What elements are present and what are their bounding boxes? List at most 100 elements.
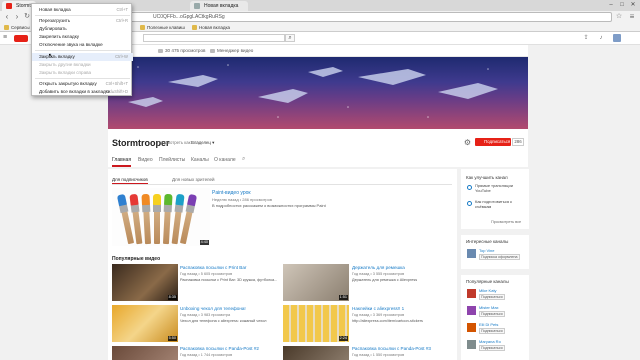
tab-home[interactable]: Главная [112,157,132,167]
browser-tab[interactable]: Новая вкладка [190,1,248,11]
channel-main: Для подписчиков Для новых зрителей 4:40 … [108,169,457,360]
subscribe-button[interactable]: Подписаться [479,311,505,317]
menu-item-new-tab[interactable]: Новая вкладка Ctrl+T [32,6,133,14]
maximize-icon[interactable]: □ [617,1,627,9]
mouse-cursor-icon: ↖ [48,53,54,60]
video-title[interactable]: Распаковка посылки с Print Bar [180,265,246,270]
improve-channel-box: Как улучшить канал Прямые трансляции You… [461,169,529,229]
notifications-icon[interactable]: ♪ [597,34,605,42]
subscribe-button[interactable]: Подписаться [479,345,505,351]
tab-about[interactable]: О канале [214,157,236,163]
view-as-select[interactable]: Владелец ▾ [191,140,214,146]
tab-label: Новая вкладка [204,3,239,9]
brush-shape [153,194,161,244]
video-title[interactable]: Распаковка посылки с Panda-Post #3 [352,346,431,351]
tab-for-subscribers[interactable]: Для подписчиков [112,177,148,184]
banner-art [128,64,498,118]
minimize-icon[interactable]: ‒ [606,1,616,9]
guide-menu-icon[interactable]: ≡ [3,34,12,41]
channel-link[interactable]: Mike Katy [479,288,497,293]
search-icon[interactable]: ⌕ [285,34,295,42]
menu-item-label: Закрыть другие вкладки [39,62,91,67]
video-title[interactable]: Держатель для ремешка [352,265,405,270]
video-thumbnail[interactable] [112,346,178,360]
video-title[interactable]: Unboxing чехол для телефона! [180,306,246,311]
menu-item-duplicate[interactable]: Дублировать [32,25,133,33]
menu-item-label: Открыть закрытую вкладку [39,81,97,86]
channel-sidebar: Как улучшить канал Прямые трансляции You… [461,169,529,360]
menu-item-label: Закрепить вкладку [39,34,80,39]
avatar[interactable] [467,323,476,332]
back-icon[interactable]: ‹ [2,12,12,22]
upload-icon[interactable]: ⇪ [582,34,590,42]
youtube-logo-icon[interactable] [14,35,28,42]
menu-item-reload[interactable]: Перезагрузить Ctrl+R [32,17,133,25]
view-all-link[interactable]: Просмотреть все [491,220,521,224]
popular-videos-heading: Популярные видео [112,256,161,262]
menu-item-mute-tab[interactable]: Отключение звука на вкладке [32,41,133,49]
tab-playlists[interactable]: Плейлисты [159,157,185,163]
video-meta: Год назад • 5 605 просмотров [180,272,233,276]
star-icon[interactable]: ☆ [614,12,624,22]
subscribe-button[interactable]: Подписаться [479,294,505,300]
channel-stats-bar: 30 475 просмотров Менеджер видео [108,45,528,57]
close-window-icon[interactable]: ✕ [628,1,638,9]
search-input[interactable] [143,34,285,42]
channel-link[interactable]: Top Vine [479,248,495,253]
subscribe-button[interactable]: Подписаться [475,138,511,146]
radio-option[interactable] [467,185,472,190]
menu-item-label: Закрыть вкладки справа [39,70,92,75]
avatar[interactable] [467,289,476,298]
interesting-channels-box: Интересные каналы Top Vine Подписка офор… [461,235,529,269]
radio-option[interactable] [467,201,472,206]
menu-item-pin-tab[interactable]: Закрепить вкладку [32,33,133,41]
video-thumbnail[interactable]: 5:50 [112,305,178,342]
video-duration: 4:40 [199,240,209,245]
tab-for-new-viewers[interactable]: Для новых зрителей [172,177,215,182]
featured-video-title[interactable]: Paint-видео урок [212,190,251,196]
bookmark-item[interactable]: Новая вкладка [192,24,230,31]
video-duration: 1:51 [338,295,348,300]
brush-shape [162,203,172,245]
channel-link[interactable]: Maryana Ro [479,339,501,344]
video-title[interactable]: Распаковка посылки с Panda-Post #2 [180,346,259,351]
video-thumbnail[interactable]: 2:24 [283,305,349,342]
chevron-down-icon: ▾ [212,140,215,145]
menu-item-label: Закрыть вкладку [39,54,75,59]
subscribe-button[interactable]: Подписаться [479,328,505,334]
menu-item-label: Добавить все вкладки в закладки... [39,89,115,94]
video-thumbnail[interactable]: 1:51 [283,264,349,301]
channel-link[interactable]: Mister Max [479,305,499,310]
option-label: Прямые трансляции YouTube [475,183,513,193]
avatar[interactable] [467,249,476,258]
tab-channels[interactable]: Каналы [191,157,209,163]
channel-banner [108,57,528,129]
bookmark-apps[interactable]: Сервисы [4,24,30,31]
video-manager-link[interactable]: Менеджер видео [210,48,253,54]
improve-channel-heading: Как улучшить канал [466,175,508,180]
video-meta: Год назад • 3 983 просмотра [180,313,231,317]
menu-item-close-tabs-right: Закрыть вкладки справа [32,69,133,77]
menu-item-reopen-closed-tab[interactable]: Открыть закрытую вкладку Ctrl+Shift+T [32,80,133,88]
video-meta: Год назад • 1 550 просмотров [352,353,405,357]
menu-separator [35,50,130,51]
video-title[interactable]: Наклейки с aliexpress!! 1 [352,306,404,311]
video-thumbnail[interactable]: 8:35 [112,264,178,301]
forward-icon[interactable]: › [12,12,22,22]
menu-item-bookmark-all-tabs[interactable]: Добавить все вкладки в закладки... Ctrl+S… [32,88,133,96]
video-thumbnail[interactable] [283,346,349,360]
tab-context-menu: Новая вкладка Ctrl+T Перезагрузить Ctrl+R … [31,3,133,96]
channel-link[interactable]: Elli Di Pets [479,322,498,327]
menu-icon[interactable]: ≡ [627,12,637,22]
gear-icon[interactable]: ⚙ [463,138,472,147]
subscribed-button[interactable]: Подписка оформлена [479,254,520,260]
avatar[interactable] [613,34,621,42]
featured-video-meta: Неделю назад • 286 просмотров [212,197,272,202]
avatar[interactable] [467,306,476,315]
tab-videos[interactable]: Видео [138,157,153,163]
avatar[interactable] [467,340,476,349]
video-meta: Год назад • 3 555 просмотров [352,272,405,276]
channel-search-icon[interactable]: ⌕ [242,156,245,163]
featured-video-thumbnail[interactable]: 4:40 [112,188,210,246]
bookmark-item[interactable]: Полезные клавиш [140,24,185,31]
